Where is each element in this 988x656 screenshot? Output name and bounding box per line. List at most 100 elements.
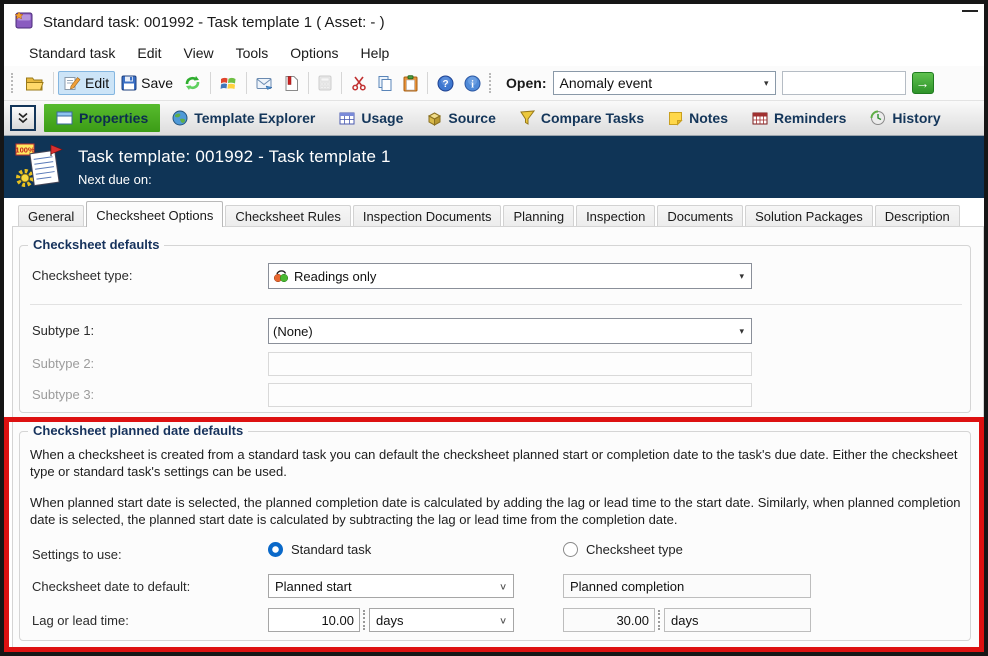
menu-edit[interactable]: Edit <box>126 42 172 64</box>
save-button-label: Save <box>141 75 174 91</box>
radio-selected-icon <box>268 542 283 557</box>
lag-value-input[interactable]: 10.00 <box>268 608 360 632</box>
checksheet-type-value: Readings only <box>294 268 377 284</box>
go-button[interactable]: → <box>911 72 934 94</box>
save-button[interactable]: Save <box>115 71 179 95</box>
menu-help[interactable]: Help <box>350 42 401 64</box>
menu-options[interactable]: Options <box>279 42 349 64</box>
tab-general[interactable]: General <box>18 205 85 227</box>
window-icon <box>56 111 73 125</box>
checksheet-type-label: Checksheet type: <box>32 268 133 283</box>
info-icon: i <box>464 75 481 91</box>
toolbar-grip[interactable] <box>11 73 17 93</box>
tab-strip: General Checksheet Options Checksheet Ru… <box>12 200 984 227</box>
menu-tools[interactable]: Tools <box>225 42 280 64</box>
checksheet-type-icon <box>273 270 289 283</box>
lag-unit-value: days <box>376 612 404 628</box>
separator <box>308 72 310 94</box>
nav-source[interactable]: Source <box>415 104 507 132</box>
date-to-default-combobox[interactable]: Planned start ∨ <box>268 574 514 598</box>
record-subtitle: Next due on: <box>78 172 152 187</box>
quick-open-input[interactable] <box>781 71 906 95</box>
group-title: Checksheet planned date defaults <box>28 423 249 438</box>
calendar-grid-icon <box>752 112 768 124</box>
radio-checksheet-type[interactable]: Checksheet type <box>563 542 683 557</box>
go-arrow-icon: → <box>915 75 930 91</box>
lag-lead-label: Lag or lead time: <box>32 613 129 628</box>
divider <box>30 304 962 305</box>
chevron-down-icon: ∨ <box>498 581 507 592</box>
nav-reminders-label: Reminders <box>774 110 847 126</box>
title-bar: Standard task: 001992 - Task template 1 … <box>4 4 984 40</box>
tab-inspection[interactable]: Inspection <box>576 205 656 227</box>
nav-notes[interactable]: Notes <box>656 104 740 132</box>
subtype1-combobox[interactable]: (None) ▾ <box>268 318 752 344</box>
toolbar-grip[interactable] <box>489 73 495 93</box>
collapse-views-button[interactable] <box>10 105 36 131</box>
double-chevron-down-icon <box>18 112 28 124</box>
refresh-icon <box>185 76 200 90</box>
paste-button[interactable] <box>398 71 423 96</box>
nav-history-label: History <box>892 110 941 126</box>
nav-template-explorer[interactable]: Template Explorer <box>160 104 327 132</box>
refresh-button[interactable] <box>179 71 206 95</box>
date-to-default-readonly-field: Planned completion <box>563 574 811 598</box>
tab-planning[interactable]: Planning <box>503 205 575 227</box>
tab-inspection-documents[interactable]: Inspection Documents <box>352 205 502 227</box>
clock-icon <box>870 110 886 125</box>
radio-standard-task[interactable]: Standard task <box>268 542 371 557</box>
spinner-handle[interactable] <box>363 610 367 630</box>
cut-button[interactable] <box>346 71 372 95</box>
lag-unit-readonly: days <box>664 608 811 632</box>
nav-source-label: Source <box>448 110 496 126</box>
help-icon: ? <box>437 75 454 91</box>
info-button[interactable]: i <box>459 71 486 96</box>
svg-text:i: i <box>471 79 474 90</box>
group-title: Checksheet defaults <box>28 237 165 252</box>
report-button[interactable] <box>279 71 304 96</box>
tab-checksheet-options[interactable]: Checksheet Options <box>86 201 224 227</box>
subtype2-field <box>268 352 752 376</box>
edit-button[interactable]: Edit <box>58 71 116 95</box>
radio-standard-task-label: Standard task <box>291 542 372 557</box>
view-nav-bar: Properties Template Explorer Usage Sourc… <box>4 100 984 136</box>
nav-history[interactable]: History <box>858 104 952 132</box>
standard-task-window: Standard task: 001992 - Task template 1 … <box>0 0 988 656</box>
nav-properties[interactable]: Properties <box>44 104 161 132</box>
menu-view[interactable]: View <box>173 42 225 64</box>
save-floppy-icon <box>121 75 137 91</box>
open-combobox[interactable]: Anomaly event ▾ <box>552 71 776 95</box>
window-title: Standard task: 001992 - Task template 1 … <box>43 13 385 31</box>
chevron-down-icon: ∨ <box>498 615 507 626</box>
separator <box>53 72 54 94</box>
date-to-default-value: Planned start <box>275 578 352 594</box>
nav-reminders[interactable]: Reminders <box>740 104 858 132</box>
chevron-down-icon: ▾ <box>739 270 744 281</box>
radio-checksheet-type-label: Checksheet type <box>586 542 683 557</box>
funnel-icon <box>520 110 535 125</box>
send-button[interactable] <box>251 72 279 95</box>
nav-template-explorer-label: Template Explorer <box>194 110 316 126</box>
lag-unit-combobox[interactable]: days ∨ <box>369 608 514 632</box>
nav-compare-tasks[interactable]: Compare Tasks <box>508 104 656 132</box>
planned-date-paragraph-1: When a checksheet is created from a stan… <box>30 447 958 479</box>
tab-checksheet-rules[interactable]: Checksheet Rules <box>225 205 351 227</box>
windows-button[interactable] <box>215 71 242 95</box>
open-combobox-value: Anomaly event <box>559 75 653 91</box>
subtype1-label: Subtype 1: <box>32 323 95 338</box>
spinner-handle <box>658 610 662 630</box>
help-button[interactable]: ? <box>432 71 459 96</box>
open-folder-button[interactable] <box>20 71 49 96</box>
tab-documents[interactable]: Documents <box>657 205 744 227</box>
menu-standard-task[interactable]: Standard task <box>18 42 126 64</box>
separator <box>341 72 343 94</box>
edit-pencil-icon <box>64 77 81 90</box>
nav-compare-tasks-label: Compare Tasks <box>540 110 645 126</box>
paste-icon <box>403 74 418 91</box>
tab-description[interactable]: Description <box>874 205 960 227</box>
tab-solution-packages[interactable]: Solution Packages <box>745 205 873 227</box>
nav-usage[interactable]: Usage <box>327 104 415 132</box>
copy-button[interactable] <box>372 71 398 95</box>
minimize-glyph[interactable] <box>962 10 978 12</box>
checksheet-type-combobox[interactable]: Readings only ▾ <box>268 263 752 289</box>
